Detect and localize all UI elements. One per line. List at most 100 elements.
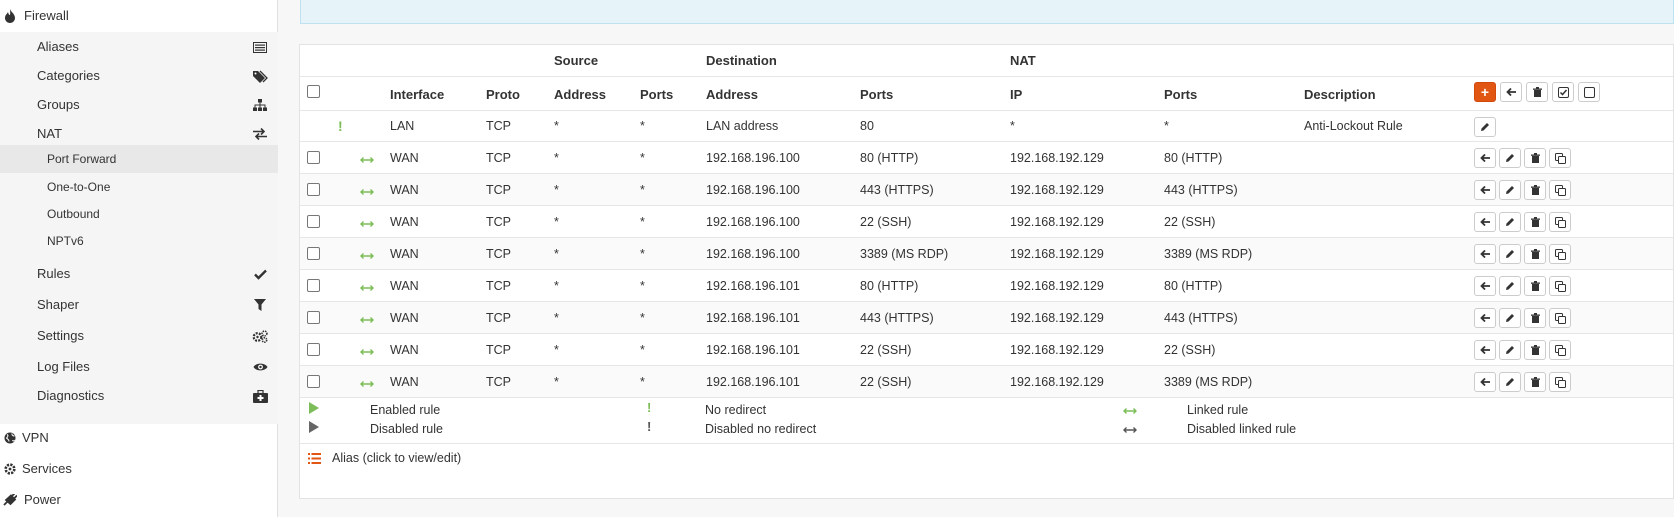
add-rule-button[interactable]: + — [1474, 82, 1496, 102]
row-checkbox[interactable] — [307, 151, 320, 164]
delete-rule-button[interactable] — [1524, 340, 1546, 360]
linked-rule-icon[interactable] — [360, 375, 374, 391]
delete-rule-button[interactable] — [1524, 276, 1546, 296]
clone-rule-button[interactable] — [1549, 244, 1571, 264]
row-checkbox[interactable] — [307, 375, 320, 388]
clone-rule-button[interactable] — [1549, 276, 1571, 296]
sidebar-item-shaper[interactable]: Shaper — [0, 289, 278, 320]
cell-dst-ports: 443 (HTTPS) — [860, 183, 934, 197]
edit-rule-button[interactable] — [1499, 340, 1521, 360]
clone-rule-button[interactable] — [1549, 148, 1571, 168]
sidebar-item-log-files[interactable]: Log Files — [0, 351, 278, 382]
linked-rule-icon[interactable] — [360, 183, 374, 199]
row-checkbox[interactable] — [307, 215, 320, 228]
move-selected-button[interactable] — [1500, 82, 1522, 102]
legend-alias: Alias (click to view/edit) — [332, 451, 462, 465]
sidebar-item-categories[interactable]: Categories — [0, 60, 278, 91]
clone-rule-button[interactable] — [1549, 372, 1571, 392]
edit-rule-button[interactable] — [1499, 212, 1521, 232]
move-rule-button[interactable] — [1474, 340, 1496, 360]
sidebar-item-vpn[interactable]: VPN — [0, 422, 278, 453]
row-checkbox[interactable] — [307, 343, 320, 356]
sidebar-item-diagnostics[interactable]: Diagnostics — [0, 380, 278, 411]
clone-icon — [1554, 376, 1566, 388]
delete-rule-button[interactable] — [1524, 212, 1546, 232]
clone-rule-button[interactable] — [1549, 180, 1571, 200]
sidebar-item-nptv6[interactable]: NPTv6 — [0, 227, 278, 255]
delete-rule-button[interactable] — [1524, 148, 1546, 168]
cell-interface: WAN — [390, 375, 419, 389]
delete-rule-button[interactable] — [1524, 180, 1546, 200]
sidebar-item-firewall[interactable]: Firewall — [0, 0, 278, 31]
clone-rule-button[interactable] — [1549, 308, 1571, 328]
delete-rule-button[interactable] — [1524, 372, 1546, 392]
move-rule-button[interactable] — [1474, 276, 1496, 296]
linked-rule-icon[interactable] — [360, 215, 374, 231]
linked-rule-icon[interactable] — [360, 311, 374, 327]
sidebar-item-services[interactable]: Services — [0, 453, 278, 484]
linked-rule-icon[interactable] — [360, 151, 374, 167]
cell-nat-ip: 192.168.192.129 — [1010, 183, 1104, 197]
row-checkbox[interactable] — [307, 247, 320, 260]
sidebar-item-settings[interactable]: Settings — [0, 320, 278, 351]
clone-rule-button[interactable] — [1549, 340, 1571, 360]
legend-no-redirect: No redirect — [705, 403, 767, 417]
edit-rule-button[interactable] — [1499, 372, 1521, 392]
table-row: WAN TCP * * 192.168.196.100 443 (HTTPS) 192.16… — [300, 174, 1673, 206]
linked-rule-icon[interactable] — [360, 343, 374, 359]
select-all-checkbox[interactable] — [307, 85, 320, 98]
sidebar-item-aliases[interactable]: Aliases — [0, 31, 278, 62]
delete-selected-button[interactable] — [1526, 82, 1548, 102]
clone-rule-button[interactable] — [1549, 212, 1571, 232]
edit-rule-button[interactable] — [1499, 244, 1521, 264]
disable-selected-button[interactable] — [1578, 82, 1600, 102]
arrow-left-icon — [1479, 217, 1490, 227]
move-rule-button[interactable] — [1474, 244, 1496, 264]
sidebar-item-port-forward[interactable]: Port Forward — [0, 145, 278, 173]
cell-nat-ports: 80 (HTTP) — [1164, 151, 1223, 165]
move-rule-button[interactable] — [1474, 308, 1496, 328]
trash-icon — [1530, 281, 1540, 291]
cell-dst-ports: 80 (HTTP) — [860, 151, 919, 165]
move-rule-button[interactable] — [1474, 180, 1496, 200]
linked-rule-icon[interactable] — [360, 279, 374, 295]
group-header-row: Source Destination NAT — [300, 45, 1673, 77]
arrow-left-icon — [1505, 87, 1516, 97]
move-rule-button[interactable] — [1474, 372, 1496, 392]
row-checkbox[interactable] — [307, 311, 320, 324]
cell-dst-ports: 443 (HTTPS) — [860, 311, 934, 325]
cell-dst-ports: 80 (HTTP) — [860, 279, 919, 293]
move-rule-button[interactable] — [1474, 212, 1496, 232]
cell-dst-ports: 80 — [860, 119, 874, 133]
clone-icon — [1554, 312, 1566, 324]
enable-selected-button[interactable] — [1552, 82, 1574, 102]
edit-rule-button[interactable] — [1499, 180, 1521, 200]
row-checkbox[interactable] — [307, 279, 320, 292]
plug-icon — [2, 492, 18, 508]
delete-rule-button[interactable] — [1524, 244, 1546, 264]
edit-rule-button[interactable] — [1499, 308, 1521, 328]
cell-proto: TCP — [486, 215, 511, 229]
delete-rule-button[interactable] — [1524, 308, 1546, 328]
cell-dst-ports: 22 (SSH) — [860, 375, 912, 389]
sidebar-item-outbound[interactable]: Outbound — [0, 200, 278, 228]
move-rule-button[interactable] — [1474, 148, 1496, 168]
cell-src-ports: * — [640, 375, 645, 389]
sidebar-item-power[interactable]: Power — [0, 484, 278, 515]
globe-icon — [2, 430, 18, 446]
edit-rule-button[interactable] — [1474, 117, 1496, 137]
sidebar: Firewall Aliases Categories Groups NAT P… — [0, 0, 278, 517]
edit-rule-button[interactable] — [1499, 148, 1521, 168]
edit-rule-button[interactable] — [1499, 276, 1521, 296]
table-row: WAN TCP * * 192.168.196.100 80 (HTTP) 192.168.… — [300, 142, 1673, 174]
cell-src-address: * — [554, 119, 559, 133]
sidebar-item-one-to-one[interactable]: One-to-One — [0, 173, 278, 201]
square-icon — [1583, 86, 1595, 98]
sidebar-item-rules[interactable]: Rules — [0, 258, 278, 289]
linked-rule-icon[interactable] — [360, 247, 374, 263]
row-checkbox[interactable] — [307, 183, 320, 196]
sidebar-item-groups[interactable]: Groups — [0, 89, 278, 120]
sidebar-item-label: One-to-One — [47, 180, 111, 194]
arrow-left-icon — [1479, 313, 1490, 323]
cell-interface: LAN — [390, 119, 415, 133]
